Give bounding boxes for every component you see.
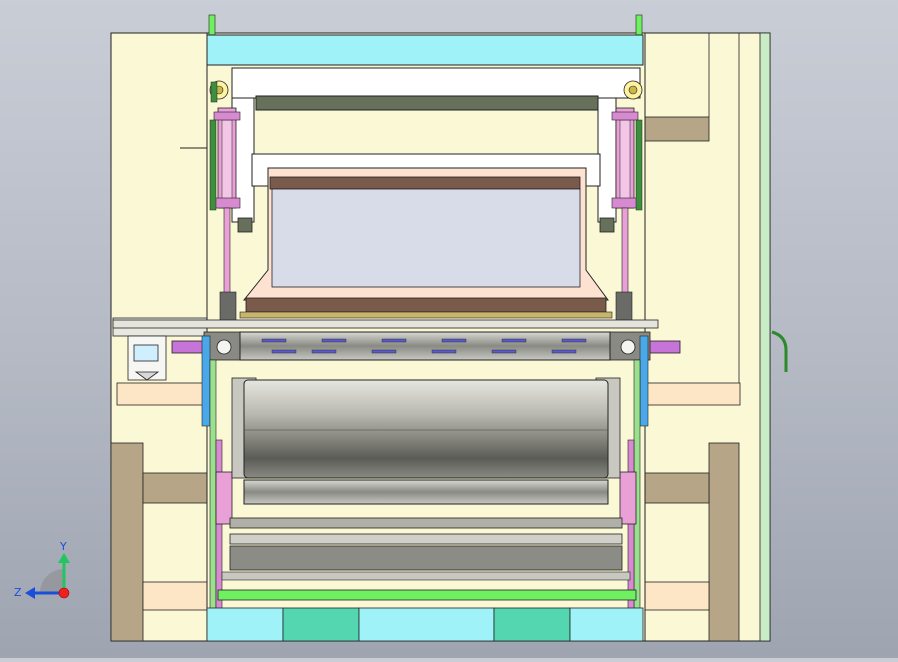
right-cabinet bbox=[644, 32, 788, 642]
perforated-roller bbox=[239, 331, 611, 361]
bottom-green-rod bbox=[217, 589, 637, 601]
door-handle bbox=[771, 330, 788, 372]
feed-hopper bbox=[239, 153, 613, 319]
axis-y-label: Y bbox=[59, 540, 67, 553]
cad-viewport[interactable]: Y Z bbox=[0, 0, 898, 658]
triad-origin bbox=[58, 587, 70, 599]
main-drum bbox=[231, 377, 621, 479]
axis-z-label: Z bbox=[14, 586, 22, 599]
left-shaft-end bbox=[171, 340, 205, 354]
bottom-panels bbox=[206, 607, 644, 642]
top-cyan-beam bbox=[206, 34, 644, 66]
left-cabinet bbox=[110, 32, 209, 642]
right-shaft-end bbox=[647, 340, 681, 354]
machine-assembly-drawing: Y Z bbox=[14, 14, 788, 642]
orientation-triad[interactable]: Y Z bbox=[14, 540, 70, 599]
